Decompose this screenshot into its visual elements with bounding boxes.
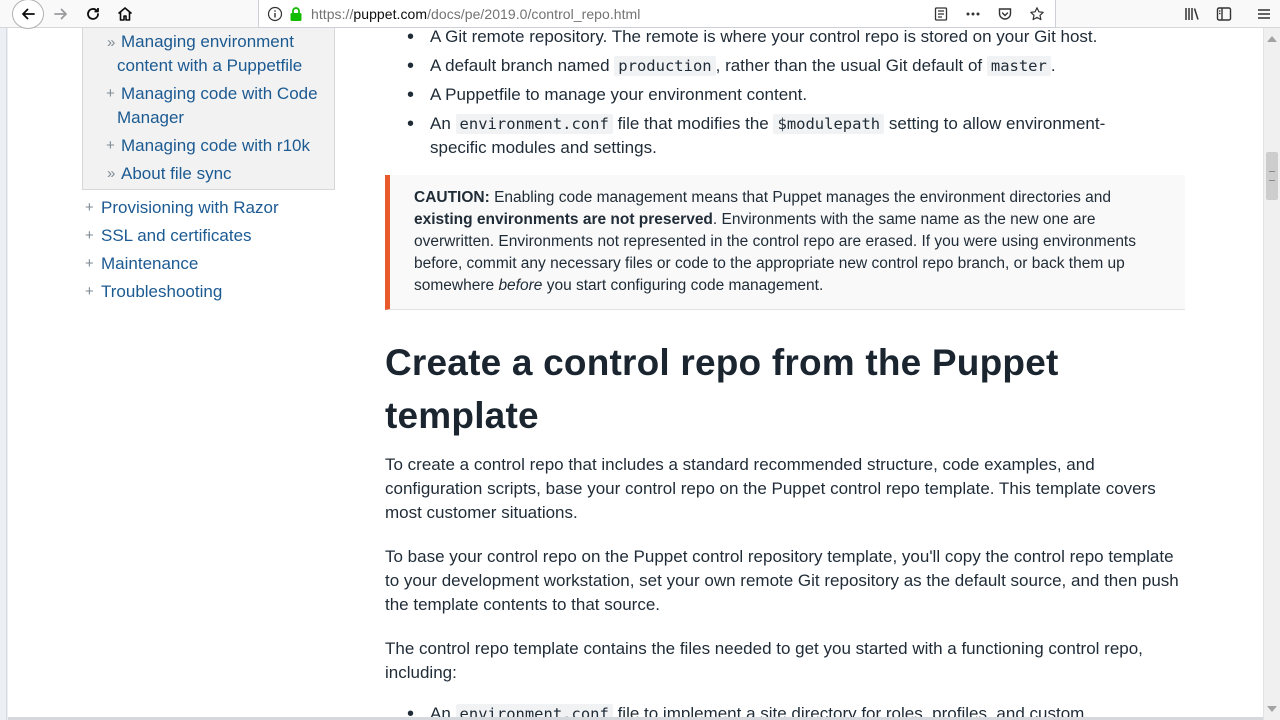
bullet: • (407, 26, 415, 48)
caution-callout: CAUTION: Enabling code management means … (385, 175, 1185, 310)
scroll-down-arrow-icon[interactable] (1267, 706, 1277, 712)
paragraph: To base your control repo on the Puppet … (385, 547, 1179, 614)
sidebar-item-razor[interactable]: Provisioning with Razor (101, 196, 279, 220)
home-button[interactable] (110, 1, 140, 27)
inline-code: production (614, 56, 716, 76)
nav-marker: + (106, 137, 115, 154)
arrow-left-icon (22, 8, 35, 20)
window-edge (0, 28, 8, 720)
sidebar-item-code-manager-line2[interactable]: Manager (117, 106, 331, 130)
scroll-up-arrow-icon[interactable] (1267, 36, 1277, 42)
url-bar[interactable]: https://puppet.com/docs/pe/2019.0/contro… (258, 0, 1056, 28)
bullet: • (407, 55, 415, 77)
star-icon (1030, 7, 1044, 21)
sidebar-item-managing-environment-content[interactable]: Managing environment (121, 30, 331, 54)
reload-icon (87, 8, 99, 20)
sidebar-toggle-button[interactable] (1208, 0, 1240, 28)
bullet: • (407, 113, 415, 135)
reader-view-button[interactable] (927, 1, 955, 27)
reload-button[interactable] (78, 1, 108, 27)
paragraph: To create a control repo that includes a… (385, 455, 1156, 522)
reader-view-icon (934, 7, 948, 21)
nav-marker: + (85, 199, 94, 216)
sidebar-item-ssl[interactable]: SSL and certificates (101, 224, 252, 248)
bookmark-button[interactable] (1023, 1, 1051, 27)
browser-toolbar: https://puppet.com/docs/pe/2019.0/contro… (0, 0, 1280, 29)
sidebar-item-managing-environment-content-line2[interactable]: content with a Puppetfile (117, 54, 331, 78)
bullet: • (407, 84, 415, 106)
arrow-right-icon (54, 8, 67, 20)
back-button[interactable] (12, 0, 44, 29)
library-icon (1185, 8, 1199, 20)
inline-code: master (986, 56, 1051, 76)
more-icon (966, 12, 980, 16)
nav-marker: + (85, 283, 94, 300)
caution-label: CAUTION: (414, 189, 490, 206)
nav-marker: + (85, 255, 94, 272)
sidebar-item-code-manager[interactable]: Managing code with Code (121, 82, 331, 106)
inline-code: $modulepath (773, 114, 885, 134)
url-text[interactable]: https://puppet.com/docs/pe/2019.0/contro… (311, 6, 640, 22)
sidebar-item-maintenance[interactable]: Maintenance (101, 252, 198, 276)
sidebar-item-file-sync[interactable]: About file sync (121, 162, 331, 186)
sidebar-subnav: » Managing environment content with a Pu… (82, 28, 335, 190)
lock-icon[interactable] (289, 6, 303, 22)
section-heading: Create a control repo from the Puppet te… (385, 342, 1059, 436)
toolbar-spacer (1240, 0, 1248, 28)
page-actions-button[interactable] (959, 1, 987, 27)
vertical-scrollbar[interactable] (1263, 28, 1280, 720)
nav-marker: + (106, 85, 115, 102)
hamburger-icon (1258, 9, 1270, 19)
sidebar-item-troubleshooting[interactable]: Troubleshooting (101, 280, 222, 304)
menu-button[interactable] (1248, 0, 1280, 28)
paragraph: The control repo template contains the f… (385, 639, 1143, 682)
info-icon[interactable] (267, 6, 283, 22)
nav-marker: » (107, 34, 116, 51)
sidebar-item-r10k[interactable]: Managing code with r10k (121, 134, 331, 158)
sidebar-icon (1216, 7, 1232, 21)
forward-button[interactable] (46, 1, 76, 27)
pocket-icon (998, 8, 1012, 20)
scrollbar-thumb[interactable] (1266, 152, 1278, 200)
inline-code: environment.conf (455, 114, 613, 134)
home-icon (117, 7, 133, 21)
nav-marker: + (85, 227, 94, 244)
pocket-button[interactable] (991, 1, 1019, 27)
nav-marker: » (107, 165, 116, 182)
library-button[interactable] (1176, 0, 1208, 28)
